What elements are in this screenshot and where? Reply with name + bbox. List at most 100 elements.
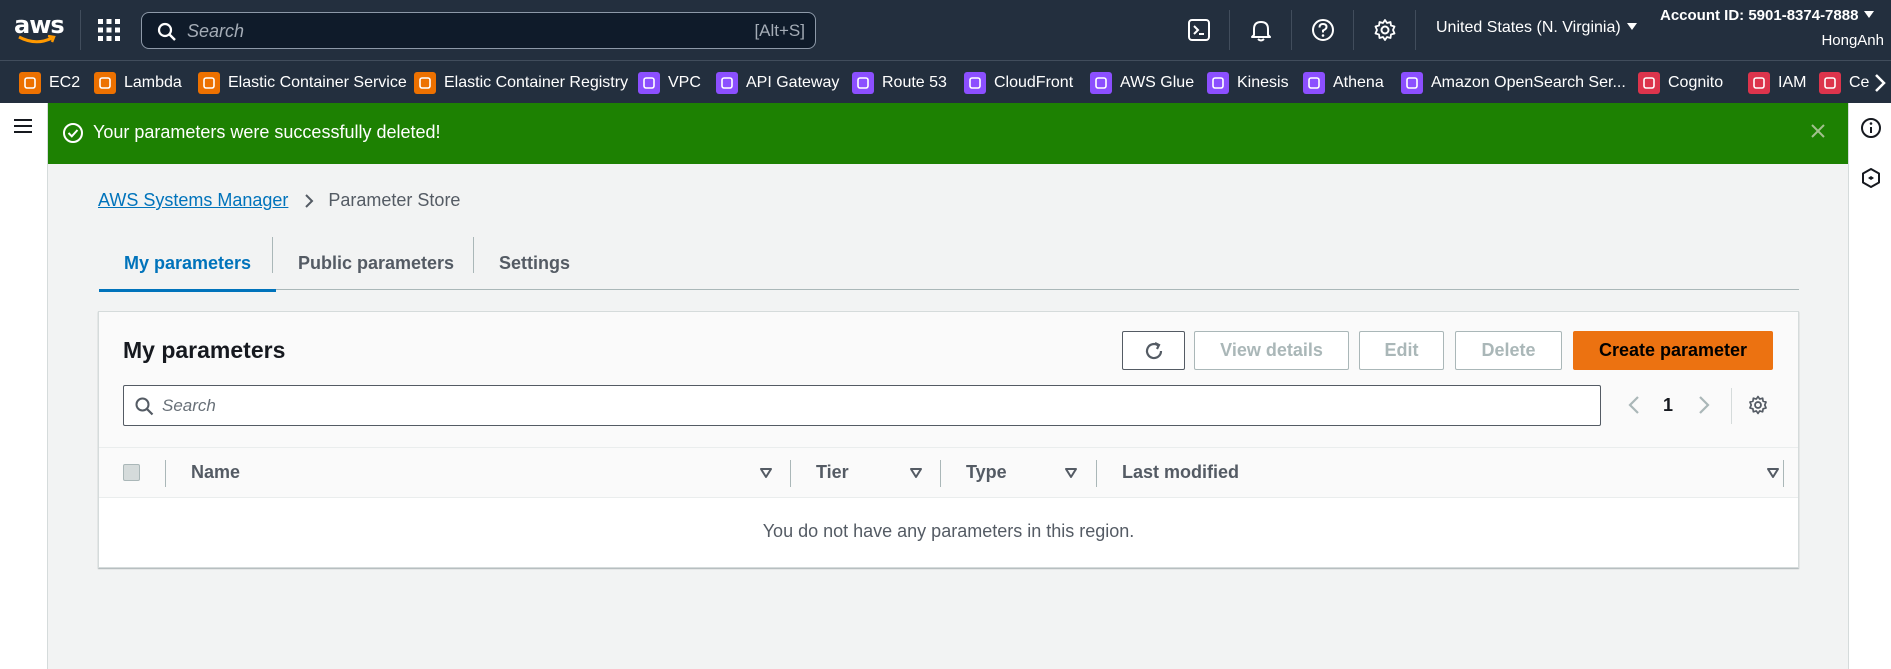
breadcrumb: AWS Systems Manager Parameter Store (98, 190, 460, 211)
column-divider (165, 460, 166, 487)
favorite-item[interactable]: Elastic Container Service (198, 71, 407, 95)
global-search-input[interactable] (187, 19, 687, 43)
favorite-item[interactable]: AWS Glue (1090, 71, 1194, 95)
help-icon[interactable] (1310, 17, 1336, 43)
select-all-checkbox[interactable] (123, 464, 140, 481)
favorite-item[interactable]: Route 53 (852, 71, 947, 95)
search-shortcut-hint: [Alt+S] (754, 21, 805, 40)
delete-button[interactable]: Delete (1455, 331, 1562, 370)
service-icon (716, 72, 738, 94)
favorite-label: Cognito (1668, 74, 1724, 91)
next-page-icon[interactable] (1697, 395, 1711, 415)
nav-divider (1229, 10, 1230, 50)
service-icon (1090, 72, 1112, 94)
search-icon (157, 22, 176, 41)
amazon-q-icon[interactable] (1860, 167, 1882, 189)
settings-gear-icon[interactable] (1372, 17, 1398, 43)
tab-divider (473, 237, 474, 273)
notifications-bell-icon[interactable] (1248, 17, 1274, 43)
table-search-field[interactable] (123, 385, 1601, 426)
favorites-scroll-right[interactable] (1869, 61, 1891, 103)
account-menu[interactable]: Account ID: 5901-8374-7888 (1660, 7, 1875, 24)
favorite-label: Elastic Container Service (228, 74, 407, 91)
close-icon[interactable] (1808, 121, 1828, 141)
service-icon (1819, 72, 1841, 94)
tab-settings[interactable]: Settings (499, 236, 570, 290)
nav-divider (80, 10, 81, 50)
favorite-label: Lambda (124, 74, 182, 91)
favorite-item[interactable]: API Gateway (716, 71, 839, 95)
preferences-gear-icon[interactable] (1747, 394, 1769, 416)
success-flash-banner: Your parameters were successfully delete… (48, 103, 1848, 164)
hamburger-menu-icon[interactable] (12, 116, 34, 136)
table-header-row: Name Tier Type Last modified (99, 447, 1798, 498)
favorite-label: Kinesis (1237, 74, 1289, 91)
service-icon (19, 72, 41, 94)
empty-state-message: You do not have any parameters in this r… (762, 521, 1135, 541)
previous-page-icon[interactable] (1627, 395, 1641, 415)
favorite-item[interactable]: VPC (638, 71, 701, 95)
favorite-label: VPC (668, 74, 701, 91)
breadcrumb-systems-manager[interactable]: AWS Systems Manager (98, 190, 288, 211)
edit-button[interactable]: Edit (1359, 331, 1444, 370)
sort-icon[interactable] (1064, 467, 1078, 479)
favorite-item[interactable]: IAM (1748, 71, 1806, 95)
sort-icon[interactable] (1766, 467, 1780, 479)
region-label: United States (N. Virginia) (1436, 19, 1621, 36)
success-check-icon (63, 123, 83, 143)
nav-divider (1353, 10, 1354, 50)
search-icon (135, 397, 154, 416)
services-grid-icon[interactable] (96, 17, 122, 43)
region-selector[interactable]: United States (N. Virginia) (1436, 19, 1637, 37)
favorite-item[interactable]: Elastic Container Registry (414, 71, 628, 95)
favorite-item[interactable]: CloudFront (964, 71, 1073, 95)
favorite-item[interactable]: Cognito (1638, 71, 1723, 95)
nav-divider (1291, 10, 1292, 50)
account-id: Account ID: 5901-8374-7888 (1660, 7, 1859, 24)
info-icon[interactable] (1860, 117, 1882, 139)
column-header-type[interactable]: Type (966, 462, 1007, 483)
tab-my-parameters[interactable]: My parameters (99, 236, 277, 292)
panel-title: My parameters (123, 337, 286, 363)
right-tools-rail (1848, 103, 1891, 669)
refresh-button[interactable] (1122, 331, 1185, 370)
table-header-area: My parameters View details Edit Delete C… (99, 312, 1798, 447)
top-navigation: aws [Alt+S] (0, 0, 1891, 60)
column-header-tier[interactable]: Tier (816, 462, 849, 483)
refresh-icon (1145, 341, 1162, 359)
username[interactable]: HongAnh (1821, 32, 1884, 49)
favorite-item[interactable]: Ce (1819, 71, 1869, 95)
column-header-name[interactable]: Name (191, 462, 240, 483)
favorite-item[interactable]: Athena (1303, 71, 1384, 95)
sort-icon[interactable] (759, 467, 773, 479)
cloudshell-icon[interactable] (1186, 17, 1212, 43)
column-divider (790, 460, 791, 487)
favorite-item[interactable]: Amazon OpenSearch Ser... (1401, 71, 1626, 95)
service-icon (638, 72, 660, 94)
caret-down-icon (1864, 11, 1875, 18)
sort-icon[interactable] (909, 467, 923, 479)
global-search[interactable]: [Alt+S] (141, 12, 816, 49)
service-icon (94, 72, 116, 94)
favorite-label: Ce (1849, 74, 1870, 91)
favorite-item[interactable]: Lambda (94, 71, 182, 95)
current-page-number[interactable]: 1 (1663, 395, 1673, 416)
service-icon (1748, 72, 1770, 94)
pager-divider (1731, 388, 1732, 424)
tab-public-parameters[interactable]: Public parameters (298, 236, 454, 290)
aws-logo[interactable]: aws (14, 13, 65, 46)
tab-bar: My parameters Public parameters Settings (99, 236, 1799, 292)
column-header-last-modified[interactable]: Last modified (1122, 462, 1239, 483)
view-details-button[interactable]: View details (1194, 331, 1349, 370)
create-parameter-button[interactable]: Create parameter (1573, 331, 1773, 370)
column-divider (940, 460, 941, 487)
favorite-label: EC2 (49, 74, 81, 91)
parameters-table-container: My parameters View details Edit Delete C… (98, 311, 1799, 568)
favorite-item[interactable]: EC2 (19, 71, 80, 95)
column-divider (1783, 460, 1784, 487)
favorites-bar: EC2 Lambda Elastic Container Service Elasti… (0, 60, 1891, 103)
favorite-item[interactable]: Kinesis (1207, 71, 1289, 95)
service-icon (1401, 72, 1423, 94)
table-search-input[interactable] (162, 395, 1562, 417)
service-icon (1303, 72, 1325, 94)
